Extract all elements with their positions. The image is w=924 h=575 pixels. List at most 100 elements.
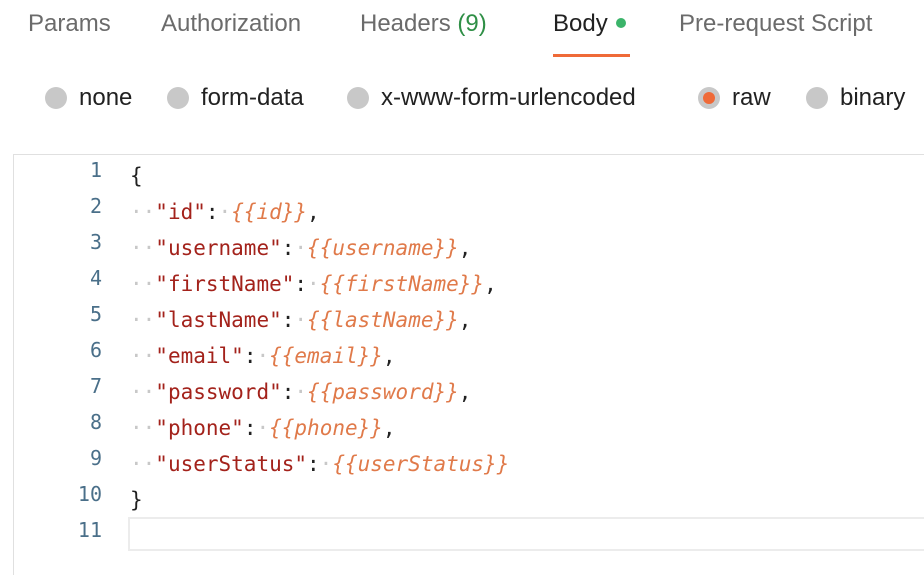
tab-params[interactable]: Params <box>28 10 111 38</box>
comma: , <box>382 344 396 368</box>
code-line: ··"password":·{{password}}, <box>130 374 471 410</box>
comma: , <box>382 416 396 440</box>
colon: : <box>205 200 219 224</box>
space-dot: · <box>294 380 308 404</box>
radio-circle-icon <box>167 87 189 109</box>
comma: , <box>307 200 320 224</box>
json-variable: {{firstName}} <box>319 272 485 296</box>
indent-dots: ·· <box>130 380 156 404</box>
indent-dots: ·· <box>130 416 156 440</box>
tab-label: Authorization <box>161 10 302 37</box>
code-line: ··"firstName":·{{firstName}}, <box>130 266 497 302</box>
tab-authorization[interactable]: Authorization <box>161 10 301 38</box>
radio-none[interactable]: none <box>45 84 132 112</box>
line-number: 1 <box>89 158 102 182</box>
comma: , <box>458 308 472 332</box>
line-number: 3 <box>89 230 102 254</box>
json-variable: {{password}} <box>307 380 459 404</box>
code-content[interactable]: { ··"id":·{{id}}, ··"username":·{{userna… <box>130 155 924 575</box>
colon: : <box>307 452 320 476</box>
json-variable: {{lastName}} <box>307 308 459 332</box>
colon: : <box>281 308 295 332</box>
indent-dots: ·· <box>130 272 156 296</box>
radio-circle-icon <box>45 87 67 109</box>
space-dot: · <box>319 452 333 476</box>
colon: : <box>243 416 257 440</box>
code-line: ··"lastName":·{{lastName}}, <box>130 302 471 338</box>
radio-x-www-form-urlencoded[interactable]: x-www-form-urlencoded <box>347 84 636 112</box>
radio-selected-icon <box>698 87 720 109</box>
radio-label: x-www-form-urlencoded <box>381 84 636 111</box>
json-key: "phone" <box>155 416 244 440</box>
radio-label: raw <box>732 84 771 111</box>
line-number: 10 <box>77 482 102 506</box>
tab-label: Pre-request Script <box>679 10 873 37</box>
radio-label: none <box>79 84 133 111</box>
json-variable: {{userStatus}} <box>332 452 510 476</box>
radio-form-data[interactable]: form-data <box>167 84 304 112</box>
colon: : <box>281 236 295 260</box>
json-key: "password" <box>155 380 282 404</box>
colon: : <box>294 272 308 296</box>
request-tabs: Params Authorization Headers (9) Body Pr… <box>0 0 924 58</box>
colon: : <box>243 344 257 368</box>
tab-label: Headers <box>360 10 451 37</box>
json-key: "firstName" <box>155 272 295 296</box>
code-line: ··"username":·{{username}}, <box>130 230 471 266</box>
json-variable: {{username}} <box>307 236 459 260</box>
body-modified-dot-icon <box>615 17 626 28</box>
json-key: "username" <box>155 236 282 260</box>
active-tab-underline <box>553 54 630 57</box>
code-editor[interactable]: 1 2 3 4 5 6 7 8 9 10 11 { ··"id":·{{id}}… <box>13 154 924 575</box>
line-number: 2 <box>89 194 102 218</box>
comma: , <box>458 380 472 404</box>
tab-pre-request-script[interactable]: Pre-request Script <box>679 10 872 38</box>
radio-circle-icon <box>347 87 369 109</box>
space-dot: · <box>218 200 232 224</box>
json-key: "userStatus" <box>155 452 308 476</box>
line-number: 7 <box>89 374 102 398</box>
indent-dots: ·· <box>130 236 156 260</box>
close-brace: } <box>130 488 143 512</box>
radio-raw[interactable]: raw <box>698 84 771 112</box>
body-type-selector: none form-data x-www-form-urlencoded raw… <box>0 76 924 120</box>
space-dot: · <box>307 272 320 296</box>
tab-label: Params <box>28 10 111 37</box>
indent-dots: ·· <box>130 308 156 332</box>
code-line: { <box>130 158 143 194</box>
radio-label: form-data <box>201 84 304 111</box>
indent-dots: ·· <box>130 344 156 368</box>
json-variable: {{id}} <box>231 200 308 224</box>
space-dot: · <box>294 308 308 332</box>
comma: , <box>484 272 497 296</box>
indent-dots: ·· <box>130 452 156 476</box>
code-line: ··"id":·{{id}}, <box>130 194 320 230</box>
space-dot: · <box>294 236 308 260</box>
open-brace: { <box>130 164 143 188</box>
headers-count-badge: (9) <box>457 10 487 37</box>
code-line: ··"phone":·{{phone}}, <box>130 410 396 446</box>
line-number: 6 <box>89 338 102 362</box>
json-variable: {{email}} <box>269 344 383 368</box>
line-number: 4 <box>89 266 102 290</box>
code-line: } <box>130 482 143 518</box>
code-line: ··"email":·{{email}}, <box>130 338 396 374</box>
space-dot: · <box>256 344 270 368</box>
tab-headers[interactable]: Headers (9) <box>360 10 487 38</box>
code-line: ··"userStatus":·{{userStatus}} <box>130 446 509 482</box>
comma: , <box>458 236 472 260</box>
line-number-gutter: 1 2 3 4 5 6 7 8 9 10 11 <box>14 155 102 575</box>
radio-binary[interactable]: binary <box>806 84 905 112</box>
tab-label: Body <box>553 10 608 37</box>
json-variable: {{phone}} <box>269 416 383 440</box>
json-key: "lastName" <box>155 308 282 332</box>
indent-dots: ·· <box>130 200 156 224</box>
radio-label: binary <box>840 84 906 111</box>
line-number: 8 <box>89 410 102 434</box>
json-key: "email" <box>155 344 244 368</box>
json-key: "id" <box>155 200 206 224</box>
tab-body[interactable]: Body <box>553 10 626 38</box>
space-dot: · <box>256 416 270 440</box>
line-number: 9 <box>89 446 102 470</box>
line-number: 11 <box>77 518 102 542</box>
